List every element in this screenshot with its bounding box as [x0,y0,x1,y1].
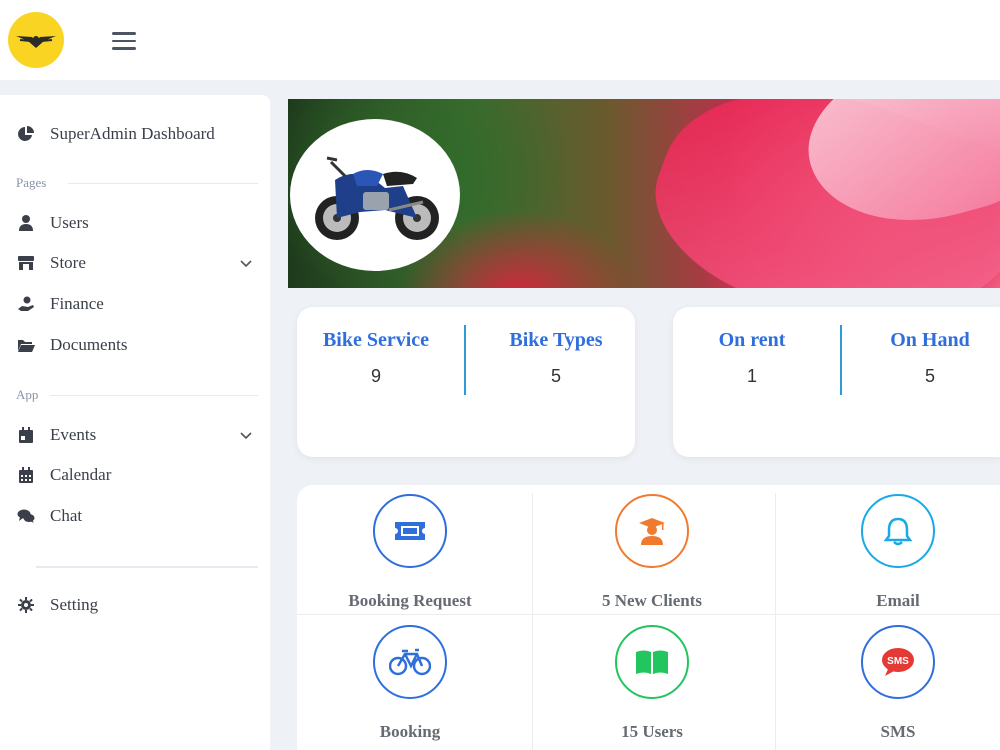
sidebar-item-chat[interactable]: Chat [16,501,260,531]
sidebar: SuperAdmin Dashboard Pages Users Store F… [0,95,270,750]
stat-on-rent: On rent 1 [663,329,841,387]
section-divider [68,183,258,184]
grid-divider [775,493,776,750]
tile-caption: Email [876,591,920,610]
tile-booking[interactable]: Booking [297,616,533,744]
hero-banner [288,99,1000,288]
winged-logo-icon [16,36,56,48]
sidebar-item-label: Events [50,425,97,444]
store-icon [16,253,36,273]
sms-badge-text: SMS [887,656,909,667]
gear-icon [16,595,36,615]
graduate-user-icon[interactable] [615,494,689,568]
stat-bike-types: Bike Types 5 [467,329,645,387]
stat-label: Bike Service [322,329,430,351]
tile-caption: Booking [379,722,441,741]
sidebar-item-label: SuperAdmin Dashboard [50,124,215,143]
motorcycle-image [290,119,460,271]
chevron-down-icon[interactable] [238,427,254,443]
calendar-event-icon [16,425,36,445]
stat-label: On Hand [890,329,970,351]
stat-label: Bike Types [509,329,603,351]
sidebar-item-calendar[interactable]: Calendar [16,460,260,490]
folder-open-icon [16,335,36,355]
stat-card-rent: On rent 1 On Hand 5 [673,307,1000,457]
sidebar-item-label: Users [50,213,89,232]
open-book-icon[interactable] [615,625,689,699]
stat-bike-service: Bike Service 9 [287,329,465,387]
tile-booking-request[interactable]: Booking Request [297,485,533,613]
stat-on-hand: On Hand 5 [841,329,1000,387]
bicycle-icon[interactable] [373,625,447,699]
sidebar-item-label: Finance [50,294,104,313]
tile-email[interactable]: Email [785,485,1000,613]
sidebar-item-events[interactable]: Events [16,420,260,450]
motorcycle-icon [315,156,439,240]
sidebar-item-setting[interactable]: Setting [16,590,260,620]
stat-label: On rent [718,329,786,351]
action-grid: Booking Request 5 New Clients Email Book… [297,485,1000,750]
section-title-pages: Pages [16,175,47,190]
menu-toggle-icon[interactable] [112,32,136,50]
stat-value: 5 [550,366,561,386]
sidebar-item-users[interactable]: Users [16,208,260,238]
sidebar-item-label: Documents [50,335,128,354]
tile-new-clients[interactable]: 5 New Clients [539,485,775,613]
stat-value: 5 [924,366,935,386]
tile-sms[interactable]: SMS SMS [785,616,1000,744]
sidebar-item-store[interactable]: Store [16,248,260,278]
logo[interactable] [8,12,64,68]
stat-value: 1 [746,366,757,386]
grid-divider [297,614,1000,615]
sidebar-item-dashboard[interactable]: SuperAdmin Dashboard [16,119,260,149]
tile-caption: SMS [880,722,916,741]
sidebar-item-documents[interactable]: Documents [16,330,260,360]
stat-value: 9 [370,366,381,386]
tile-caption: 15 Users [621,722,683,741]
stat-card-bikes: Bike Service 9 Bike Types 5 [297,307,635,457]
section-title-app: App [16,387,39,402]
sidebar-item-label: Calendar [50,465,112,484]
tile-caption: Booking Request [348,591,472,610]
sms-bubble-icon[interactable]: SMS [861,625,935,699]
hand-money-icon [16,294,36,314]
user-icon [16,213,36,233]
stat-separator [464,325,466,395]
section-divider [50,395,258,396]
tile-users[interactable]: 15 Users [539,616,775,744]
chevron-down-icon[interactable] [238,255,254,271]
sidebar-divider [36,566,258,568]
pie-chart-icon [16,124,36,144]
sidebar-item-label: Chat [50,506,83,525]
bell-icon[interactable] [861,494,935,568]
tile-caption: 5 New Clients [601,591,703,610]
sidebar-item-label: Setting [50,595,99,614]
comments-icon [16,506,36,526]
calendar-icon [16,465,36,485]
ticket-icon[interactable] [373,494,447,568]
top-bar [0,0,1000,80]
sidebar-item-label: Store [50,253,86,272]
sidebar-item-finance[interactable]: Finance [16,289,260,319]
